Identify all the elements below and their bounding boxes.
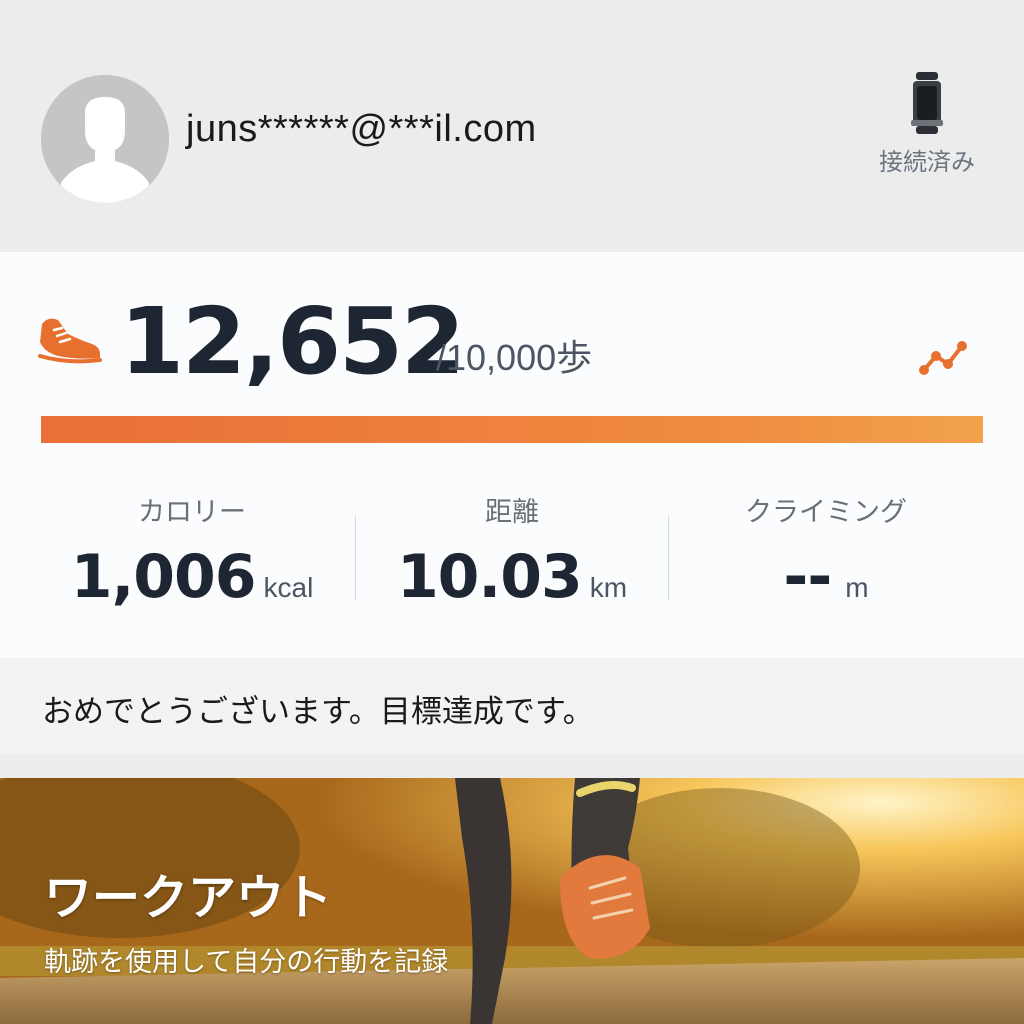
band-device-icon <box>911 72 943 134</box>
workout-subtitle: 軌跡を使用して自分の行動を記録 <box>44 947 449 978</box>
stat-distance-value: 10.03 <box>396 542 583 612</box>
stat-climbing-label: クライミング <box>745 497 907 528</box>
stat-calories: カロリー 1,006 kcal <box>28 490 356 620</box>
account-email[interactable]: juns******@***il.com <box>186 108 537 151</box>
goal-message: おめでとうございます。目標達成です。 <box>42 694 594 730</box>
stat-calories-value: 1,006 <box>70 542 257 612</box>
device-status-label: 接続済み <box>879 148 975 176</box>
steps-goal: /10,000歩 <box>436 337 593 378</box>
steps-count: 12,652 <box>120 288 465 395</box>
stat-distance: 距離 10.03 km <box>356 490 668 620</box>
stat-distance-unit: km <box>589 572 628 603</box>
workout-title: ワークアウト <box>44 870 333 926</box>
user-silhouette-icon <box>41 75 169 203</box>
avatar[interactable] <box>41 75 169 203</box>
stat-distance-label: 距離 <box>485 497 539 528</box>
steps-progress-bar <box>41 416 983 443</box>
stat-calories-label: カロリー <box>138 497 246 528</box>
stat-climbing: クライミング -- m <box>668 490 984 620</box>
stat-climbing-value: -- <box>783 542 832 612</box>
shoe-icon <box>38 318 102 364</box>
stat-climbing-unit: m <box>845 572 869 603</box>
device-status[interactable]: 接続済み <box>866 70 988 180</box>
stat-calories-unit: kcal <box>263 572 314 603</box>
trend-icon[interactable] <box>914 336 970 380</box>
steps-progress-fill <box>41 416 983 443</box>
